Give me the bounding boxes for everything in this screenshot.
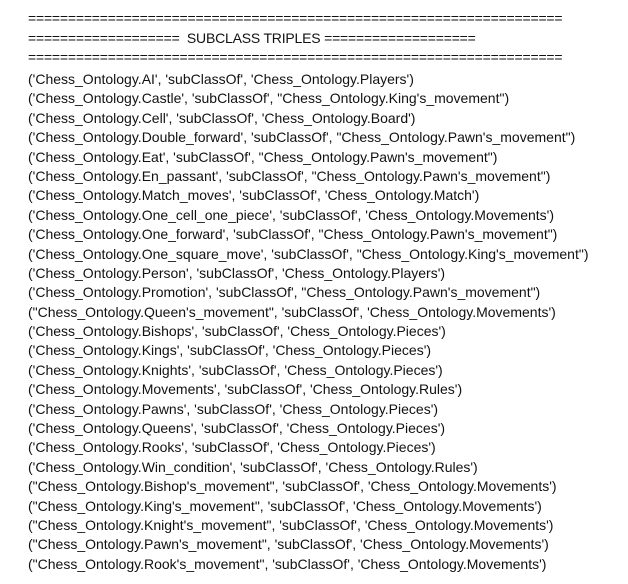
triple-line: ('Chess_Ontology.Pawns', 'subClassOf', '…	[28, 400, 439, 417]
triple-line: ("Chess_Ontology.Knight's_movement", 'su…	[28, 516, 554, 533]
triple-line: ("Chess_Ontology.Bishop's_movement", 'su…	[28, 478, 557, 495]
triple-line: ('Chess_Ontology.Movements', 'subClassOf…	[28, 381, 463, 398]
triple-line: ('Chess_Ontology.Eat', 'subClassOf', "Ch…	[28, 148, 498, 165]
triple-line: ('Chess_Ontology.Castle', 'subClassOf', …	[28, 90, 510, 107]
triple-line: ('Chess_Ontology.Bishops', 'subClassOf',…	[28, 323, 446, 340]
triple-line: ('Chess_Ontology.Knights', 'subClassOf',…	[28, 361, 443, 378]
triple-line: ('Chess_Ontology.Person', 'subClassOf', …	[28, 264, 446, 281]
triple-line: ('Chess_Ontology.AI', 'subClassOf', 'Che…	[28, 71, 414, 87]
triple-line: ('Chess_Ontology.Match_moves', 'subClass…	[28, 187, 480, 204]
triple-line: ("Chess_Ontology.King's_movement", 'subC…	[28, 497, 542, 514]
section-header: =================== SUBCLASS TRIPLES ===…	[28, 30, 476, 46]
triple-line: ('Chess_Ontology.Win_condition', 'subCla…	[28, 458, 478, 475]
console-output: ========================================…	[28, 8, 624, 574]
triple-line: ('Chess_Ontology.Queens', 'subClassOf', …	[28, 420, 446, 437]
triple-line: ('Chess_Ontology.One_cell_one_piece', 's…	[28, 206, 554, 223]
triple-line: ('Chess_Ontology.Cell', 'subClassOf', 'C…	[28, 109, 416, 126]
triple-line: ('Chess_Ontology.Double_forward', 'subCl…	[28, 129, 576, 146]
triple-line: ('Chess_Ontology.One_forward', 'subClass…	[28, 226, 558, 243]
triple-line: ('Chess_Ontology.Kings', 'subClassOf', '…	[28, 342, 432, 359]
triple-line: ('Chess_Ontology.One_square_move', 'subC…	[28, 245, 589, 262]
triple-line: ("Chess_Ontology.Queen's_movement", 'sub…	[28, 303, 556, 320]
triple-line: ("Chess_Ontology.Pawn's_movement", 'subC…	[28, 536, 549, 553]
triple-line: ('Chess_Ontology.Rooks', 'subClassOf', '…	[28, 439, 436, 456]
separator-bottom: ========================================…	[28, 49, 563, 65]
triple-list: ('Chess_Ontology.AI', 'subClassOf', 'Che…	[28, 70, 624, 574]
triple-line: ("Chess_Ontology.Rook's_movement", 'subC…	[28, 555, 547, 572]
triple-line: ('Chess_Ontology.En_passant', 'subClassO…	[28, 167, 551, 184]
triple-line: ('Chess_Ontology.Promotion', 'subClassOf…	[28, 284, 541, 301]
separator-top: ========================================…	[28, 10, 563, 26]
